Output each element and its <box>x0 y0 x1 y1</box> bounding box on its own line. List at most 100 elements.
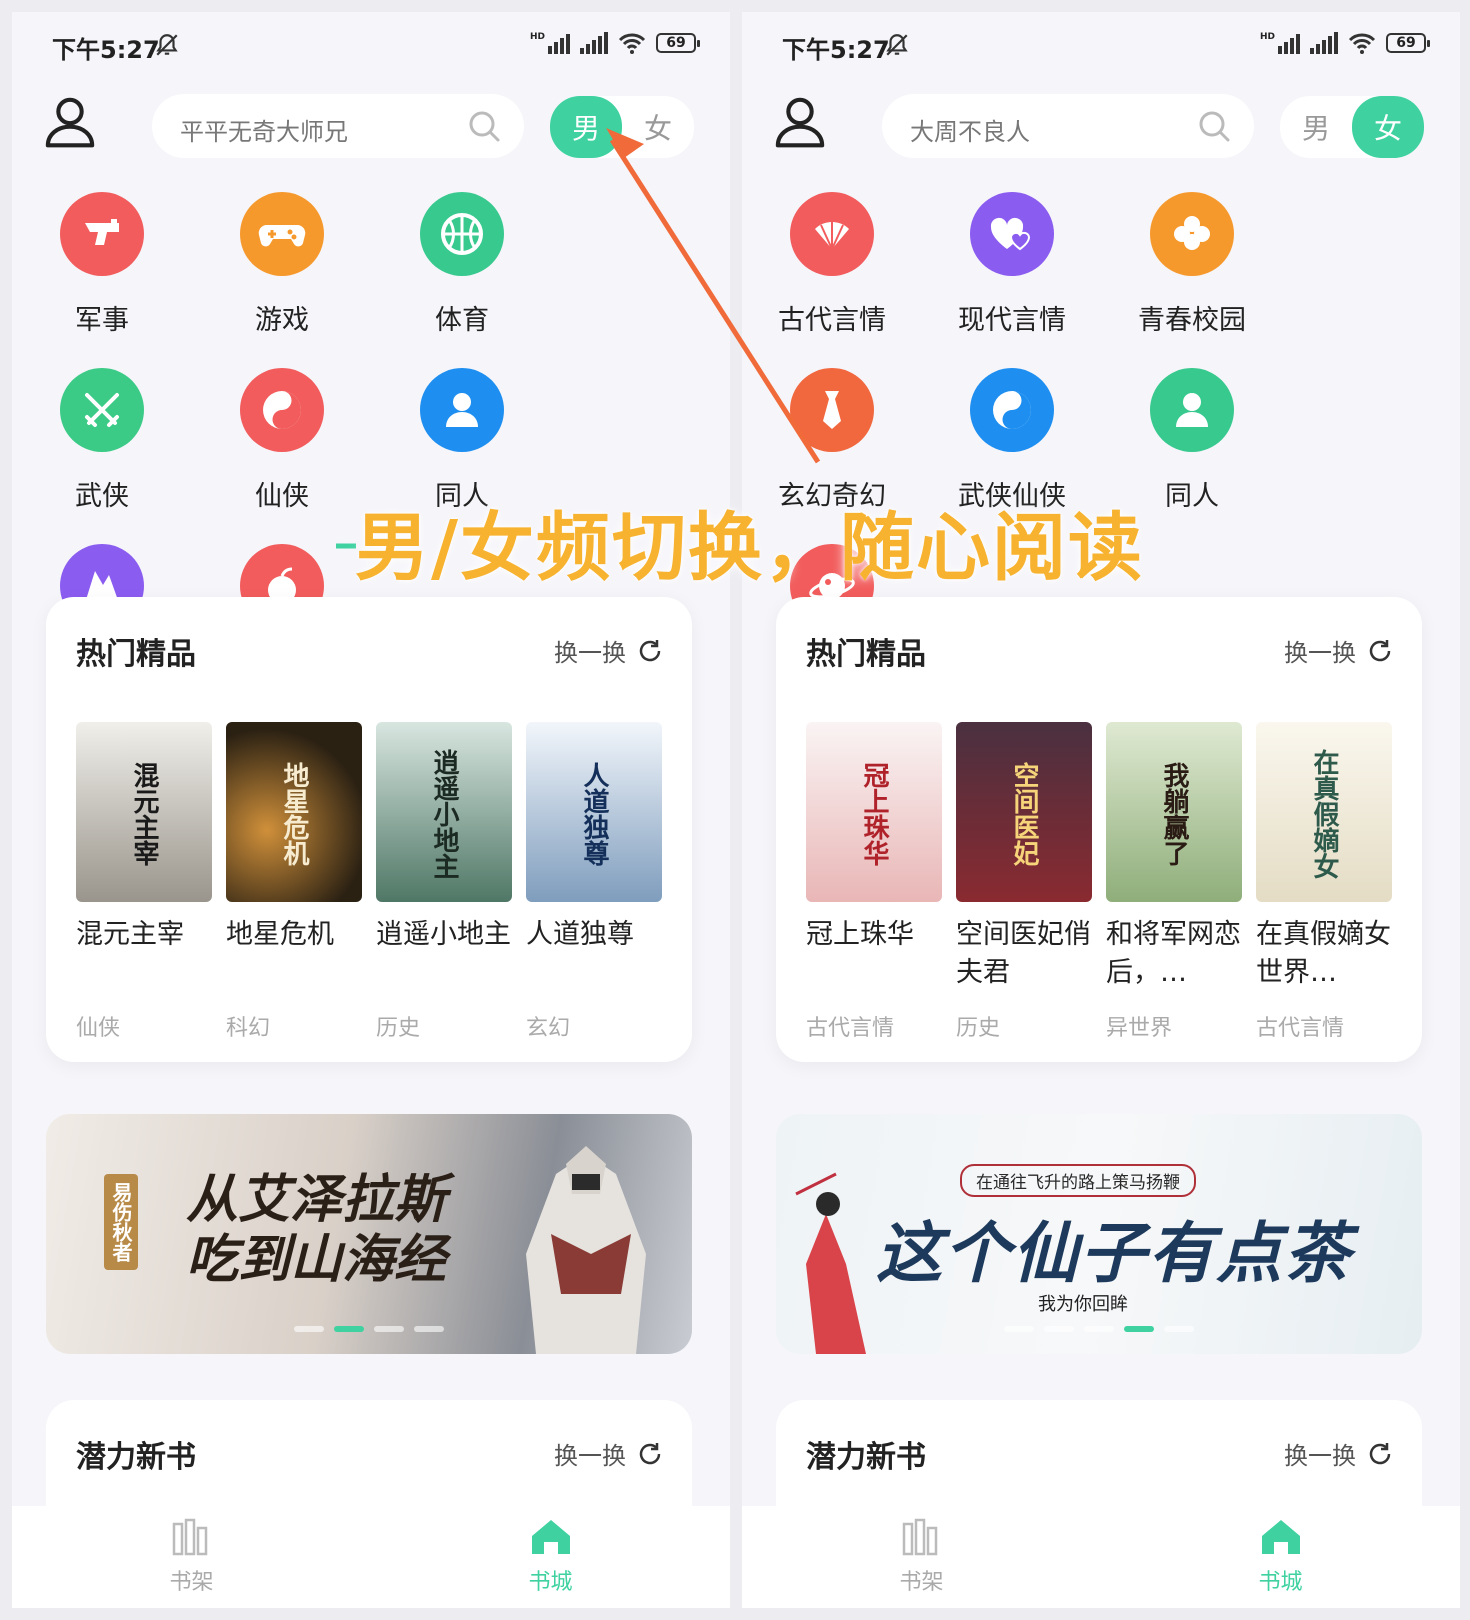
promo-banner[interactable]: 在通往飞升的路上策马扬鞭 这个仙子有点茶 我为你回眸 <box>776 1114 1422 1354</box>
gun-icon <box>60 192 144 276</box>
battery-icon: 69 <box>1386 33 1430 53</box>
user-profile-icon[interactable] <box>42 94 98 150</box>
refresh-icon <box>1369 639 1391 661</box>
status-icons: HD 69 <box>1260 32 1430 54</box>
signal-icon <box>580 32 608 54</box>
phone-screen-male: 下午5:27 HD 69 平平无奇大师兄 男 女 军事 游戏 体育 武侠 仙侠 … <box>12 12 730 1608</box>
gender-male-button[interactable]: 男 <box>550 96 622 158</box>
book-title: 地星危机 <box>226 919 334 950</box>
nav-bookstore[interactable]: 书城 <box>1101 1506 1460 1608</box>
book-title: 混元主宰 <box>76 919 184 950</box>
clover-icon <box>1150 192 1234 276</box>
search-box[interactable]: 平平无奇大师兄 <box>152 94 524 158</box>
nav-label: 书架 <box>899 1570 944 1595</box>
book-item[interactable]: 在真假嫡女 在真假嫡女世界… 古代言情 <box>1256 722 1392 1042</box>
category-label: 青春校园 <box>1138 305 1246 336</box>
book-cover: 逍遥小地主 <box>376 722 512 902</box>
gender-female-button[interactable]: 女 <box>622 96 694 158</box>
category-xianxia[interactable]: 仙侠 <box>192 368 372 544</box>
nav-bookshelf[interactable]: 书架 <box>12 1506 371 1608</box>
book-genre: 历史 <box>956 1016 1001 1041</box>
category-label: 同人 <box>1165 481 1219 512</box>
yin-yang-icon <box>970 368 1054 452</box>
book-item[interactable]: 人道独尊 人道独尊 玄幻 <box>526 722 662 1042</box>
wifi-icon <box>1348 33 1376 54</box>
refresh-label: 换一换 <box>1284 1442 1356 1470</box>
refresh-button[interactable]: 换一换 <box>554 633 664 668</box>
book-cover: 空间医妃 <box>956 722 1092 902</box>
store-home-icon <box>531 1520 570 1554</box>
fan-icon <box>790 192 874 276</box>
gender-toggle[interactable]: 男 女 <box>1280 96 1424 158</box>
search-icon[interactable] <box>466 108 502 144</box>
category-label: 体育 <box>435 305 489 336</box>
bell-muted-icon <box>886 34 908 56</box>
banner-side-tag: 易伤秋者 <box>104 1174 138 1270</box>
search-box[interactable]: 大周不良人 <box>882 94 1254 158</box>
search-icon[interactable] <box>1196 108 1232 144</box>
section-title: 潜力新书 <box>76 1440 196 1475</box>
refresh-button[interactable]: 换一换 <box>1284 633 1394 668</box>
category-wuxia[interactable]: 武侠 <box>12 368 192 544</box>
bell-muted-icon <box>156 34 178 56</box>
refresh-label: 换一换 <box>554 639 626 667</box>
category-campus[interactable]: 青春校园 <box>1102 192 1282 368</box>
category-modern-romance[interactable]: 现代言情 <box>922 192 1102 368</box>
book-cover: 人道独尊 <box>526 722 662 902</box>
nav-label: 书架 <box>169 1570 214 1595</box>
book-cover: 冠上珠华 <box>806 722 942 902</box>
screenshot-frame: 下午5:27 HD 69 平平无奇大师兄 男 女 军事 游戏 体育 武侠 仙侠 … <box>0 0 1470 1620</box>
category-label: 游戏 <box>255 305 309 336</box>
refresh-label: 换一换 <box>554 1442 626 1470</box>
book-list: 冠上珠华 冠上珠华 古代言情 空间医妃 空间医妃俏夫君 历史 我躺赢了 和将军网… <box>806 722 1392 1042</box>
status-bar: 下午5:27 HD 69 <box>742 12 1460 82</box>
book-item[interactable]: 逍遥小地主 逍遥小地主 历史 <box>376 722 512 1042</box>
refresh-label: 换一换 <box>1284 639 1356 667</box>
refresh-button[interactable]: 换一换 <box>554 1436 664 1471</box>
refresh-button[interactable]: 换一换 <box>1284 1436 1394 1471</box>
gender-female-button[interactable]: 女 <box>1352 96 1424 158</box>
book-item[interactable]: 混元主宰 混元主宰 仙侠 <box>76 722 212 1042</box>
category-label: 仙侠 <box>255 481 309 512</box>
nav-bookstore[interactable]: 书城 <box>371 1506 730 1608</box>
nav-bookshelf[interactable]: 书架 <box>742 1506 1101 1608</box>
category-military[interactable]: 军事 <box>12 192 192 368</box>
status-bar: 下午5:27 HD 69 <box>12 12 730 82</box>
book-cover: 地星危机 <box>226 722 362 902</box>
book-item[interactable]: 我躺赢了 和将军网恋后，… 异世界 <box>1106 722 1242 1042</box>
banner-subtitle: 在通往飞升的路上策马扬鞭 <box>960 1164 1196 1197</box>
promo-banner[interactable]: 易伤秋者 从艾泽拉斯吃到山海经 <box>46 1114 692 1354</box>
section-title: 热门精品 <box>806 637 926 672</box>
category-label: 古代言情 <box>778 305 886 336</box>
category-sports[interactable]: 体育 <box>372 192 552 368</box>
book-title: 逍遥小地主 <box>376 919 511 950</box>
category-label: 武侠 <box>75 481 129 512</box>
tie-icon <box>790 368 874 452</box>
refresh-icon <box>639 639 661 661</box>
banner-pagination <box>776 1326 1422 1332</box>
person-icon <box>1150 368 1234 452</box>
crossed-swords-icon <box>60 368 144 452</box>
banner-pagination <box>46 1326 692 1332</box>
book-title: 在真假嫡女世界… <box>1256 919 1391 988</box>
book-item[interactable]: 空间医妃 空间医妃俏夫君 历史 <box>956 722 1092 1042</box>
phone-screen-female: 下午5:27 HD 69 大周不良人 男 女 古代言情 现代言情 青春校园 玄幻… <box>742 12 1460 1608</box>
battery-icon: 69 <box>656 33 700 53</box>
book-genre: 古代言情 <box>1256 1016 1345 1041</box>
status-time: 下午5:27 <box>782 36 890 64</box>
book-item[interactable]: 地星危机 地星危机 科幻 <box>226 722 362 1042</box>
store-home-icon <box>1261 1520 1300 1554</box>
category-label: 军事 <box>75 305 129 336</box>
refresh-icon <box>1369 1442 1391 1464</box>
category-game[interactable]: 游戏 <box>192 192 372 368</box>
book-genre: 仙侠 <box>76 1016 121 1041</box>
hot-picks-card: 热门精品 换一换 混元主宰 混元主宰 仙侠 地星危机 地星危机 科幻 逍遥小地主 <box>46 597 692 1062</box>
gender-toggle[interactable]: 男 女 <box>550 96 694 158</box>
header: 大周不良人 男 女 <box>742 86 1460 166</box>
search-placeholder: 平平无奇大师兄 <box>180 118 348 146</box>
category-ancient-romance[interactable]: 古代言情 <box>742 192 922 368</box>
gender-male-button[interactable]: 男 <box>1280 96 1352 158</box>
user-profile-icon[interactable] <box>772 94 828 150</box>
book-item[interactable]: 冠上珠华 冠上珠华 古代言情 <box>806 722 942 1042</box>
hearts-icon <box>970 192 1054 276</box>
